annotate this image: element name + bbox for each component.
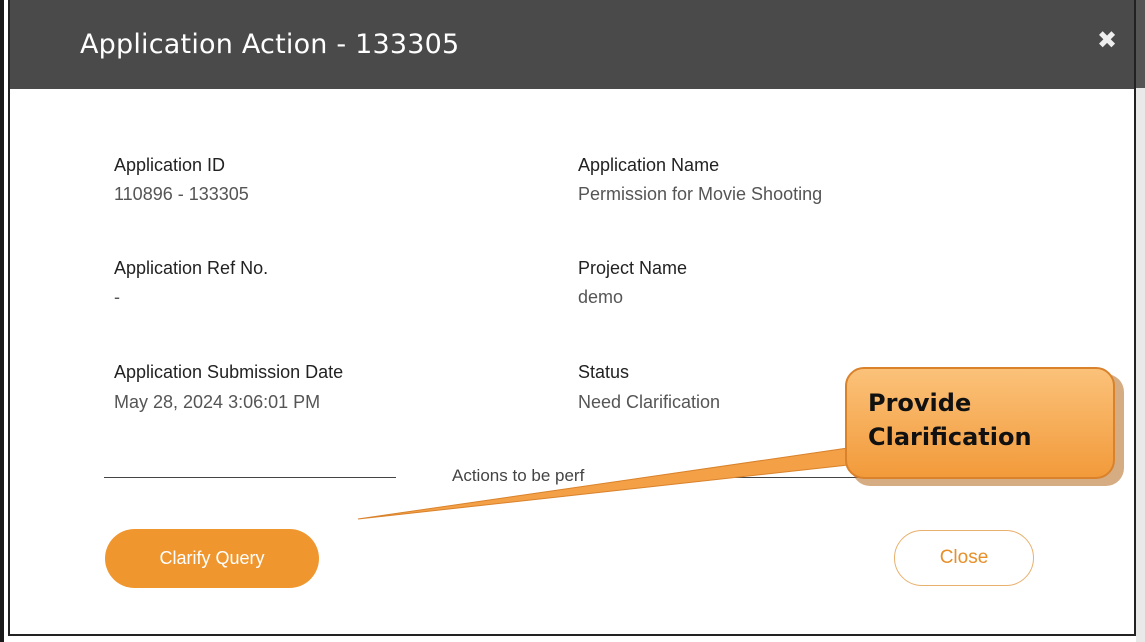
project-name-label: Project Name	[578, 258, 688, 278]
close-button[interactable]: Close	[894, 530, 1034, 586]
clarify-query-button[interactable]: Clarify Query	[105, 529, 319, 588]
submission-date-value: May 28, 2024 3:06:01 PM	[114, 392, 321, 412]
screen: Application Action - 133305 ✖ Applicatio…	[0, 0, 1145, 642]
application-name-label: Application Name	[578, 155, 720, 175]
backdrop-strip	[1136, 0, 1145, 642]
callout-line-2: Clarification	[868, 423, 1032, 451]
submission-date-label: Application Submission Date	[114, 362, 344, 382]
actions-divider-left	[104, 477, 396, 478]
callout-line-1: Provide	[868, 389, 972, 417]
status-value: Need Clarification	[578, 392, 721, 412]
application-name-value: Permission for Movie Shooting	[578, 184, 823, 204]
backdrop-edge	[0, 0, 4, 642]
project-name-value: demo	[578, 287, 624, 307]
close-icon[interactable]: ✖	[1096, 28, 1118, 54]
application-ref-no-value: -	[114, 287, 120, 307]
status-label: Status	[578, 362, 630, 382]
actions-caption: Actions to be perf	[452, 466, 585, 485]
backdrop-strip-dark	[1136, 0, 1145, 88]
actions-divider-right	[660, 477, 860, 478]
modal-title: Application Action - 133305	[80, 29, 460, 60]
application-ref-no-label: Application Ref No.	[114, 258, 269, 278]
application-id-label: Application ID	[114, 155, 226, 175]
application-id-value: 110896 - 133305	[114, 184, 249, 204]
callout-text: Provide Clarification	[868, 386, 1098, 454]
modal-header: Application Action - 133305 ✖	[10, 0, 1134, 89]
